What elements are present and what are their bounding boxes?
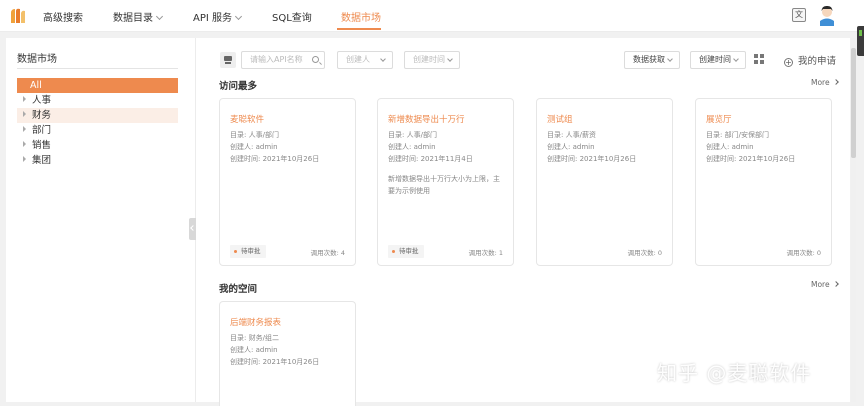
nav-sql-query[interactable]: SQL查询 <box>272 9 312 24</box>
creator-select[interactable]: 创建人 <box>337 51 393 69</box>
api-card[interactable]: 麦聪软件 目录: 人事/部门 创建人: admin 创建时间: 2021年10月… <box>219 98 356 266</box>
caret-right-icon <box>23 156 26 162</box>
card-created-time: 创建时间: 2021年10月26日 <box>706 155 796 163</box>
card-title[interactable]: 麦聪软件 <box>230 113 264 125</box>
card-title[interactable]: 后端财务报表 <box>230 316 281 328</box>
section-title-most-visited: 访问最多 <box>219 81 258 92</box>
card-title[interactable]: 测试组 <box>547 113 573 125</box>
card-created-time: 创建时间: 2021年10月26日 <box>230 358 320 366</box>
card-call-count: 调用次数: 0 <box>627 249 662 257</box>
card-catalog: 目录: 人事/部门 <box>388 131 437 139</box>
scrollbar-thumb[interactable] <box>851 48 856 158</box>
sidebar-item-hr[interactable]: 人事 <box>17 93 178 108</box>
more-link-most-visited[interactable]: More <box>811 78 839 87</box>
sidebar-item-group[interactable]: 集团 <box>17 153 178 168</box>
nav-advanced-search[interactable]: 高级搜索 <box>43 9 83 24</box>
chevron-right-icon <box>832 281 839 287</box>
card-catalog: 目录: 人事/薪资 <box>547 131 596 139</box>
search-icon[interactable] <box>312 56 319 63</box>
zhihu-watermark: 知乎 @麦聪软件 <box>657 361 812 385</box>
main-panel: 数据市场 All 人事 财务 部门 销售 集团 创建人 创建时间 数据获取 创建… <box>6 38 850 406</box>
nav-data-catalog[interactable]: 数据目录 <box>113 9 164 24</box>
api-search-input[interactable] <box>250 55 310 64</box>
sidebar-item-finance[interactable]: 财务 <box>17 108 178 123</box>
card-call-count: 调用次数: 4 <box>310 249 345 257</box>
sidebar-item-sales[interactable]: 销售 <box>17 138 178 153</box>
sidebar-collapse-handle[interactable] <box>189 218 196 240</box>
data-fetch-select[interactable]: 数据获取 <box>624 51 680 69</box>
api-card[interactable]: 测试组 目录: 人事/薪资 创建人: admin 创建时间: 2021年10月2… <box>536 98 673 266</box>
sidebar-item-department[interactable]: 部门 <box>17 123 178 138</box>
created-time-select[interactable]: 创建时间 <box>404 51 460 69</box>
logo-icon[interactable] <box>8 6 28 26</box>
card-catalog: 目录: 人事/部门 <box>230 131 279 139</box>
page-scrollbar[interactable] <box>851 38 856 402</box>
plus-circle-icon: + <box>784 58 793 67</box>
sort-created-time-select[interactable]: 创建时间 <box>690 51 746 69</box>
sidebar-title: 数据市场 <box>17 54 57 65</box>
card-call-count: 调用次数: 0 <box>786 249 821 257</box>
grid-view-icon[interactable] <box>754 54 764 64</box>
caret-right-icon <box>23 126 26 132</box>
divider <box>17 68 178 69</box>
user-avatar[interactable] <box>818 4 836 26</box>
status-badge: 待审批 <box>230 245 266 258</box>
card-creator: 创建人: admin <box>547 143 595 151</box>
nav-api-service[interactable]: API 服务 <box>193 9 243 24</box>
filter-toggle-icon[interactable] <box>220 52 236 68</box>
card-title[interactable]: 展览厅 <box>706 113 732 125</box>
chevron-down-icon <box>447 56 453 62</box>
status-badge: 待审批 <box>388 245 424 258</box>
chevron-down-icon <box>667 56 673 62</box>
api-card[interactable]: 新增数据导出十万行 目录: 人事/部门 创建人: admin 创建时间: 202… <box>377 98 514 266</box>
card-creator: 创建人: admin <box>706 143 754 151</box>
top-navbar: 高级搜索 数据目录 API 服务 SQL查询 数据市场 文 <box>0 0 864 32</box>
chevron-down-icon <box>380 56 386 62</box>
card-catalog: 目录: 财务/组二 <box>230 334 279 342</box>
card-call-count: 调用次数: 1 <box>468 249 503 257</box>
translate-icon[interactable]: 文 <box>792 8 806 22</box>
chevron-right-icon <box>832 79 839 85</box>
chevron-down-icon <box>155 12 164 21</box>
my-applications-button[interactable]: + 我的申请 <box>784 53 836 67</box>
card-creator: 创建人: admin <box>388 143 436 151</box>
caret-right-icon <box>23 96 26 102</box>
section-title-my-space: 我的空间 <box>219 284 258 295</box>
floating-side-widget[interactable] <box>857 26 864 56</box>
active-tab-indicator <box>337 28 381 30</box>
caret-right-icon <box>23 141 26 147</box>
caret-right-icon <box>23 111 26 117</box>
chevron-down-icon <box>234 12 243 21</box>
card-creator: 创建人: admin <box>230 143 278 151</box>
card-created-time: 创建时间: 2021年10月26日 <box>230 155 320 163</box>
api-card[interactable]: 后端财务报表 目录: 财务/组二 创建人: admin 创建时间: 2021年1… <box>219 301 356 406</box>
card-creator: 创建人: admin <box>230 346 278 354</box>
more-link-my-space[interactable]: More <box>811 280 839 289</box>
nav-data-market[interactable]: 数据市场 <box>341 9 381 24</box>
card-title[interactable]: 新增数据导出十万行 <box>388 113 465 125</box>
card-created-time: 创建时间: 2021年11月4日 <box>388 155 473 163</box>
sidebar-item-all[interactable]: All <box>17 78 178 93</box>
card-created-time: 创建时间: 2021年10月26日 <box>547 155 637 163</box>
card-description: 新增数据导出十万行大小为上限，主要为示例使用 <box>388 175 500 195</box>
card-catalog: 目录: 部门/安保部门 <box>706 131 769 139</box>
api-search-field[interactable] <box>241 51 325 69</box>
api-card[interactable]: 展览厅 目录: 部门/安保部门 创建人: admin 创建时间: 2021年10… <box>695 98 832 266</box>
chevron-down-icon <box>733 56 739 62</box>
